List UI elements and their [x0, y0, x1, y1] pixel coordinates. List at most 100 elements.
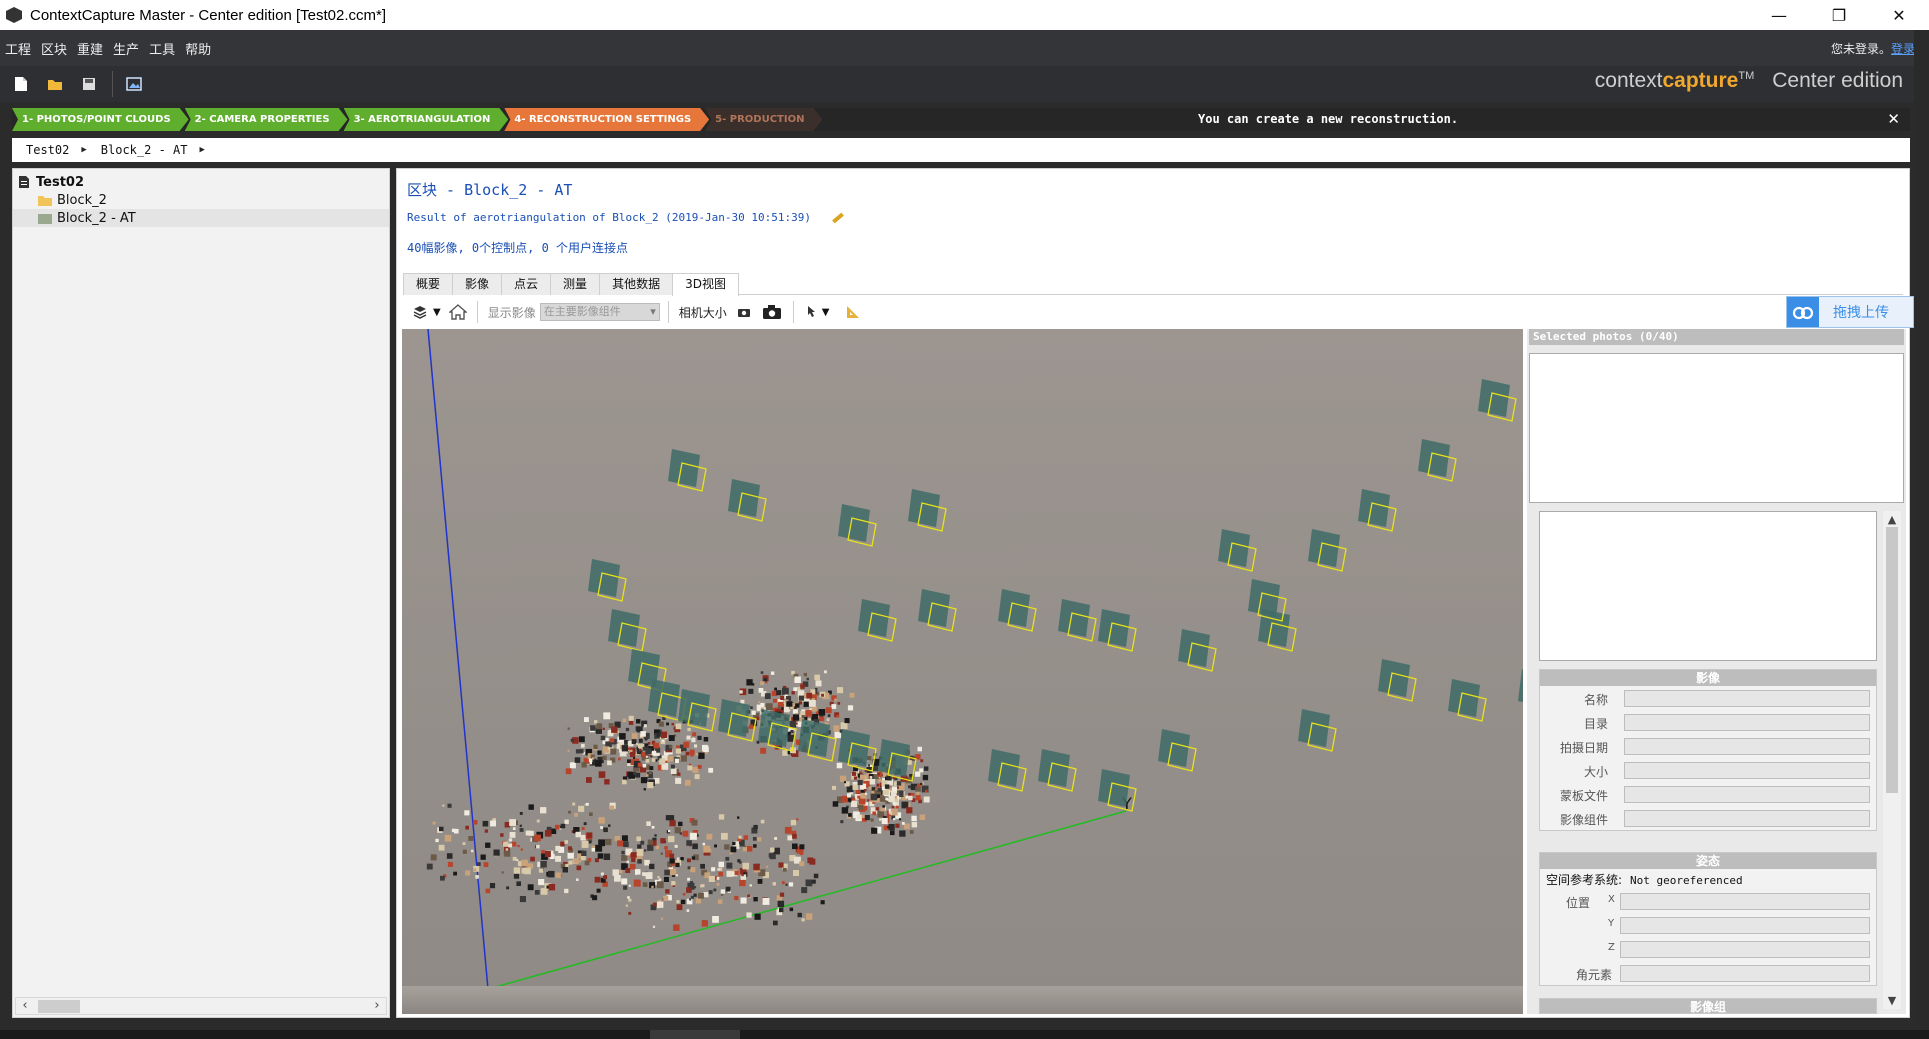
camera-frustum[interactable] — [998, 589, 1037, 632]
camera-small-button[interactable] — [733, 301, 755, 323]
camera-frustum[interactable] — [908, 489, 947, 532]
menu-project[interactable]: 工程 — [0, 39, 36, 58]
workflow-step-aerotriangulation[interactable]: 3- AEROTRIANGULATION — [344, 108, 509, 131]
camera-frustum[interactable] — [798, 719, 837, 762]
camera-frustum[interactable] — [838, 504, 877, 547]
drag-upload-button[interactable]: 拖拽上传 — [1786, 296, 1914, 328]
selected-photos-list[interactable] — [1529, 353, 1904, 503]
3d-scene[interactable]: Y — [402, 329, 1523, 1014]
tab-3d-view[interactable]: 3D视图 — [672, 273, 739, 296]
taskbar-item[interactable] — [650, 1030, 740, 1039]
home-view-button[interactable] — [447, 301, 469, 323]
save-project-button[interactable] — [76, 71, 102, 97]
open-project-button[interactable] — [42, 71, 68, 97]
camera-frustum[interactable] — [1098, 609, 1137, 652]
menu-block[interactable]: 区块 — [36, 39, 72, 58]
camera-frustum[interactable] — [1308, 529, 1347, 572]
camera-frustum[interactable] — [718, 699, 757, 742]
camera-frustum[interactable] — [1058, 599, 1097, 642]
mask-field[interactable] — [1624, 786, 1870, 803]
view-button[interactable] — [121, 71, 147, 97]
position-y-field[interactable] — [1620, 917, 1870, 934]
tab-surveys[interactable]: 测量 — [550, 273, 601, 295]
chevron-down-icon[interactable]: ▼ — [822, 307, 830, 318]
navigation-mode-button[interactable] — [800, 301, 822, 323]
point — [642, 872, 646, 877]
directory-field[interactable] — [1624, 714, 1870, 731]
tab-point-clouds[interactable]: 点云 — [501, 273, 552, 295]
size-field[interactable] — [1624, 762, 1870, 779]
close-icon[interactable]: ✕ — [1869, 0, 1929, 30]
camera-frustum[interactable] — [668, 449, 707, 492]
photo-group-select[interactable]: 在主要影像组件 — [539, 303, 660, 321]
point — [805, 709, 813, 717]
scroll-up-icon[interactable]: ▲ — [1883, 513, 1901, 526]
chevron-down-icon[interactable]: ▼ — [433, 307, 441, 318]
camera-frustum[interactable] — [588, 559, 627, 602]
camera-frustum[interactable] — [1418, 439, 1457, 482]
scrollbar-thumb[interactable] — [38, 1000, 80, 1013]
camera-frustum[interactable] — [1038, 749, 1077, 792]
scroll-left-icon[interactable]: ‹ — [16, 998, 34, 1014]
camera-frustum[interactable] — [1218, 529, 1257, 572]
tree-item-block[interactable]: Block_2 — [37, 191, 107, 209]
camera-frustum[interactable] — [1378, 659, 1417, 702]
camera-frustum[interactable] — [1448, 679, 1487, 722]
breadcrumb-item[interactable]: Test02 — [12, 143, 81, 157]
menu-reconstruction[interactable]: 重建 — [72, 39, 108, 58]
position-x-field[interactable] — [1620, 893, 1870, 910]
point — [671, 881, 676, 886]
login-text: 您未登录。 — [1830, 42, 1891, 56]
point — [716, 877, 720, 880]
menu-help[interactable]: 帮助 — [180, 39, 216, 58]
workflow-close-icon[interactable]: ✕ — [1887, 110, 1900, 128]
tab-photos[interactable]: 影像 — [452, 273, 503, 295]
point — [703, 737, 709, 742]
camera-frustum[interactable] — [918, 589, 957, 632]
scrollbar-thumb[interactable] — [1886, 527, 1898, 793]
camera-frustum[interactable] — [1358, 489, 1397, 532]
camera-frustum[interactable] — [858, 599, 897, 642]
workflow-step-photos[interactable]: 1- PHOTOS/POINT CLOUDS — [12, 108, 189, 131]
workflow-step-camera[interactable]: 2- CAMERA PROPERTIES — [185, 108, 348, 131]
pencil-icon[interactable] — [831, 212, 844, 224]
measure-button[interactable] — [843, 301, 865, 323]
rotation-field[interactable] — [1620, 965, 1870, 982]
new-project-button[interactable] — [8, 71, 34, 97]
camera-frustum[interactable] — [1478, 379, 1517, 422]
login-link[interactable]: 登录 — [1891, 42, 1915, 56]
minimize-icon[interactable]: — — [1749, 0, 1809, 30]
date-field[interactable] — [1624, 738, 1870, 755]
maximize-icon[interactable]: ❐ — [1809, 0, 1869, 30]
menu-production[interactable]: 生产 — [108, 39, 144, 58]
tab-additional-data[interactable]: 其他数据 — [599, 273, 674, 295]
camera-frustum[interactable] — [608, 609, 647, 652]
breadcrumb-item[interactable]: Block_2 - AT — [87, 143, 200, 157]
camera-frustum[interactable] — [988, 749, 1027, 792]
tab-general[interactable]: 概要 — [403, 273, 454, 295]
camera-frustum[interactable] — [1518, 669, 1523, 711]
camera-frustum[interactable] — [1258, 609, 1297, 652]
3d-viewport[interactable]: Y — [402, 329, 1523, 1014]
tree-root[interactable]: Test02 — [17, 173, 84, 191]
point — [708, 767, 714, 773]
scroll-down-icon[interactable]: ▼ — [1883, 994, 1901, 1007]
breadcrumb-arrow-icon[interactable]: ▶ — [199, 145, 204, 155]
photo-group-field[interactable] — [1624, 810, 1870, 827]
workflow-step-reconstruction[interactable]: 4- RECONSTRUCTION SETTINGS — [504, 108, 709, 131]
camera-large-button[interactable] — [761, 301, 783, 323]
name-field[interactable] — [1624, 690, 1870, 707]
layers-button[interactable] — [409, 301, 431, 323]
camera-frustum[interactable] — [1298, 709, 1337, 752]
camera-frustum[interactable] — [1178, 629, 1217, 672]
properties-vertical-scrollbar[interactable]: ▲ ▼ — [1883, 511, 1901, 1009]
tree-item-block-at[interactable]: Block_2 - AT — [13, 209, 389, 227]
position-z-field[interactable] — [1620, 941, 1870, 958]
camera-frustum[interactable] — [728, 479, 767, 522]
scroll-right-icon[interactable]: › — [368, 998, 386, 1014]
tree-horizontal-scrollbar[interactable]: ‹ › — [15, 997, 387, 1015]
workflow-step-production[interactable]: 5- PRODUCTION — [705, 108, 822, 131]
camera-frustum[interactable] — [1158, 729, 1197, 772]
camera-frustum[interactable] — [678, 689, 717, 732]
menu-tools[interactable]: 工具 — [144, 39, 180, 58]
